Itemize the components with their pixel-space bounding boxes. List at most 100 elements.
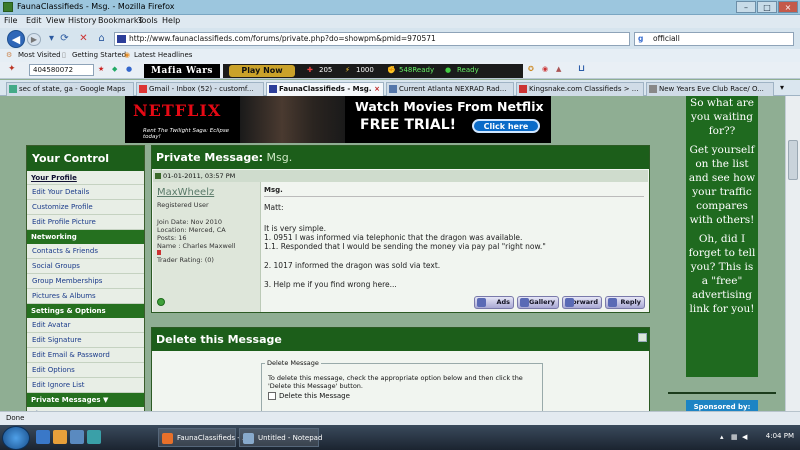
tab-gmail[interactable]: Gmail - Inbox (52) - customf... bbox=[136, 82, 264, 96]
menu-help[interactable]: Help bbox=[162, 16, 180, 25]
click-here-button[interactable]: Click here bbox=[472, 119, 540, 133]
forward-button[interactable]: ▶ bbox=[27, 33, 41, 46]
forward-message-button[interactable]: Forward bbox=[562, 296, 602, 309]
cp-item-edit-ignore-list[interactable]: Edit Ignore List bbox=[27, 378, 144, 393]
banner-photo bbox=[240, 96, 345, 143]
trader-rating[interactable]: Trader Rating: (0) bbox=[157, 256, 214, 264]
private-messages-label: Private Messages bbox=[31, 396, 101, 404]
sidebar-ad[interactable]: So what are you waiting for?? Get yourse… bbox=[686, 96, 758, 377]
control-panel-title: Your Control Panel bbox=[27, 146, 144, 190]
tab-kingsnake[interactable]: Kingsnake.com Classifieds > ... bbox=[516, 82, 644, 96]
bookmark-getting-started[interactable]: Getting Started bbox=[72, 51, 126, 59]
quicklaunch-ie-icon[interactable] bbox=[36, 430, 50, 444]
addon-button-icon[interactable]: ✪ bbox=[528, 65, 534, 73]
gallery-button[interactable]: Gallery bbox=[517, 296, 559, 309]
tab-nexrad[interactable]: Current Atlanta NEXRAD Rad... bbox=[386, 82, 514, 96]
pm-heading-prefix: Private Message: bbox=[156, 151, 264, 164]
message-line: 1.1. Responded that I would be sending t… bbox=[264, 242, 546, 251]
start-button[interactable] bbox=[2, 426, 30, 450]
addon-button-icon[interactable]: ▲ bbox=[556, 65, 561, 73]
bookmark-latest-headlines[interactable]: Latest Headlines bbox=[134, 51, 192, 59]
addon-button-icon[interactable]: ◉ bbox=[542, 65, 548, 73]
taskbar-firefox[interactable]: FaunaClassifieds - ... bbox=[158, 428, 249, 447]
cp-item-group-memberships[interactable]: Group Memberships bbox=[27, 274, 144, 289]
delete-checkbox[interactable] bbox=[268, 392, 276, 400]
message-body: Msg. Matt: It is very simple. 1. 0951 I … bbox=[264, 186, 644, 297]
bookmark-most-visited[interactable]: Most Visited bbox=[18, 51, 61, 59]
menu-tools[interactable]: Tools bbox=[138, 16, 158, 25]
delete-heading: Delete this Message bbox=[152, 328, 649, 351]
menu-edit[interactable]: Edit bbox=[26, 16, 42, 25]
tab-google-maps[interactable]: sec of state, ga - Google Maps bbox=[6, 82, 134, 96]
reputation-icon bbox=[157, 250, 161, 255]
tray-network-icon[interactable]: ▦ bbox=[731, 433, 738, 441]
tab-strip: sec of state, ga - Google Maps Gmail - I… bbox=[0, 80, 800, 96]
addon-button-icon[interactable]: ◆ bbox=[112, 65, 117, 73]
message-line: It is very simple. bbox=[264, 224, 327, 233]
home-icon[interactable]: ⌂ bbox=[95, 33, 108, 46]
quicklaunch-folder-icon[interactable] bbox=[53, 430, 67, 444]
cp-item-edit-email-password[interactable]: Edit Email & Password bbox=[27, 348, 144, 363]
reply-button[interactable]: Reply bbox=[605, 296, 645, 309]
menu-history[interactable]: History bbox=[68, 16, 96, 25]
search-input[interactable]: g officiall bbox=[634, 32, 794, 46]
tray-arrow-icon[interactable]: ▴ bbox=[720, 433, 724, 441]
cp-item-edit-options[interactable]: Edit Options bbox=[27, 363, 144, 378]
cp-item-customize-profile[interactable]: Customize Profile bbox=[27, 200, 144, 215]
minimize-button[interactable]: – bbox=[736, 1, 756, 13]
bookmarks-toolbar: ⚙ Most Visited ▯ Getting Started ◉ Lates… bbox=[0, 49, 800, 62]
quicklaunch-app-icon[interactable] bbox=[87, 430, 101, 444]
ready-icon: ● bbox=[445, 66, 452, 74]
your-profile-heading[interactable]: Your Profile bbox=[27, 171, 144, 185]
menu-file[interactable]: File bbox=[4, 16, 17, 25]
private-messages-heading[interactable]: Private Messages ▼ bbox=[27, 393, 144, 407]
play-now-button[interactable]: Play Now bbox=[229, 65, 295, 77]
gallery-icon bbox=[520, 298, 529, 307]
cp-item-edit-details[interactable]: Edit Your Details bbox=[27, 185, 144, 200]
firefox-favicon-icon bbox=[3, 2, 13, 12]
mafia-wars-logo[interactable]: Mafia Wars bbox=[144, 64, 220, 78]
windows-taskbar: FaunaClassifieds - ... Untitled - Notepa… bbox=[0, 425, 800, 450]
page-scrollbar[interactable] bbox=[785, 96, 800, 411]
addon-button-icon[interactable]: ● bbox=[126, 65, 132, 73]
menu-bookmarks[interactable]: Bookmarks bbox=[98, 16, 143, 25]
stop-icon[interactable]: ✕ bbox=[77, 33, 90, 46]
netflix-banner-ad[interactable]: NETFLIX Rent The Twilight Saga: Eclipse … bbox=[125, 96, 551, 143]
collapse-icon[interactable] bbox=[638, 333, 647, 342]
sender-username[interactable]: MaxWheelz bbox=[157, 187, 214, 198]
ads-button[interactable]: Ads bbox=[474, 296, 514, 309]
quicklaunch-media-icon[interactable] bbox=[70, 430, 84, 444]
close-button[interactable]: × bbox=[778, 1, 798, 13]
addon-input[interactable]: 404580072 bbox=[29, 64, 94, 76]
cp-item-contacts[interactable]: Contacts & Friends bbox=[27, 244, 144, 259]
maximize-button[interactable]: □ bbox=[757, 1, 777, 13]
status-bar: Done bbox=[0, 411, 800, 425]
addon-button-icon[interactable]: ⊔ bbox=[578, 64, 585, 74]
tray-volume-icon[interactable]: ◀ bbox=[742, 433, 747, 441]
url-bar[interactable]: http://www.faunaclassifieds.com/forums/p… bbox=[114, 32, 630, 46]
cp-item-edit-profile-picture[interactable]: Edit Profile Picture bbox=[27, 215, 144, 230]
addon-button-icon[interactable]: ★ bbox=[98, 65, 104, 73]
tab-list-icon[interactable]: ▾ bbox=[780, 83, 784, 92]
reply-icon bbox=[608, 298, 617, 307]
cp-item-edit-avatar[interactable]: Edit Avatar bbox=[27, 318, 144, 333]
ads-label: Ads bbox=[496, 298, 510, 306]
menu-view[interactable]: View bbox=[46, 16, 65, 25]
cp-item-pictures-albums[interactable]: Pictures & Albums bbox=[27, 289, 144, 304]
tab-faunaclassifieds[interactable]: FaunaClassifieds - Msg. × bbox=[266, 82, 384, 96]
taskbar-clock[interactable]: 4:04 PM bbox=[766, 432, 794, 440]
delete-instructions: To delete this message, check the approp… bbox=[268, 374, 523, 390]
window-title: FaunaClassifieds - Msg. - Mozilla Firefo… bbox=[17, 2, 175, 11]
cp-item-edit-signature[interactable]: Edit Signature bbox=[27, 333, 144, 348]
fauna-favicon-icon bbox=[269, 85, 277, 93]
scrollbar-thumb[interactable] bbox=[788, 140, 798, 180]
back-button[interactable]: ◀ bbox=[7, 30, 25, 48]
close-tab-icon[interactable]: × bbox=[374, 83, 380, 95]
tab-label: Current Atlanta NEXRAD Rad... bbox=[399, 85, 507, 93]
history-dropdown-icon[interactable]: ▾ bbox=[45, 33, 58, 46]
reload-icon[interactable]: ⟳ bbox=[58, 33, 71, 46]
cp-item-social-groups[interactable]: Social Groups bbox=[27, 259, 144, 274]
delete-fieldset: Delete Message To delete this message, c… bbox=[261, 359, 543, 413]
taskbar-notepad[interactable]: Untitled - Notepad bbox=[239, 428, 322, 447]
tab-new-years[interactable]: New Years Eve Club Race/ O... bbox=[646, 82, 774, 96]
